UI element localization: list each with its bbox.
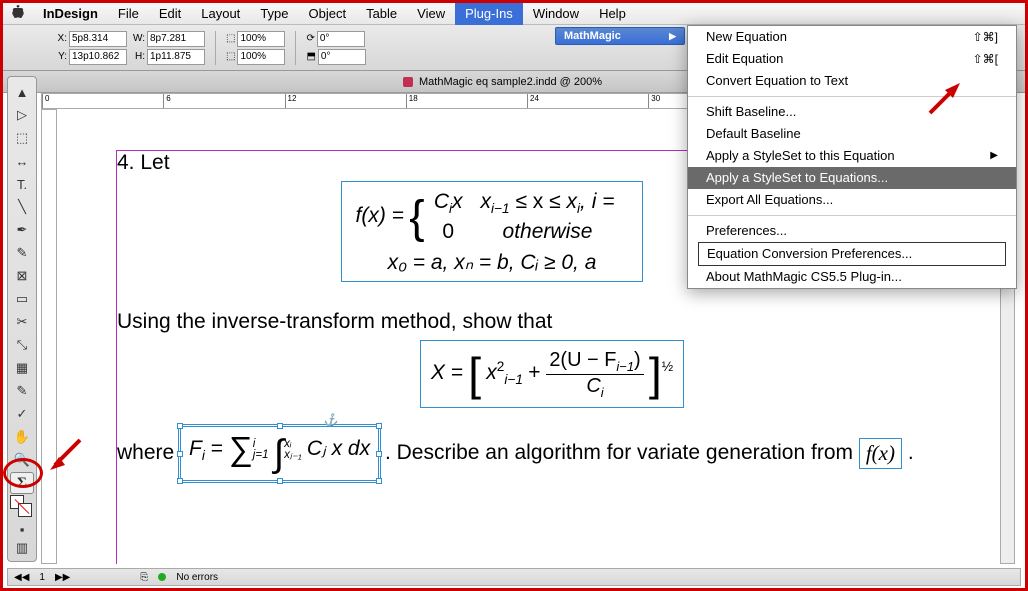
equation-3-selected[interactable]: ⚓ Fi = ∑ij=1 ∫xᵢxⱼ₋₁ Cⱼ x dx xyxy=(180,426,379,481)
annotation-arrow-menu xyxy=(925,78,965,118)
submenu-arrow-icon: ▶ xyxy=(990,147,998,165)
open-icon[interactable]: ⎘ xyxy=(140,572,148,583)
rotate-field[interactable] xyxy=(317,31,365,47)
menu-styleset-equations[interactable]: Apply a StyleSet to Equations... xyxy=(688,167,1016,189)
line-tool[interactable]: ╲ xyxy=(10,196,34,218)
menu-view[interactable]: View xyxy=(407,3,455,25)
equation-4[interactable]: f(x) xyxy=(859,438,902,469)
rotate-icon: ⟳ xyxy=(306,33,314,44)
plugins-dropdown: New Equation⇧⌘] Edit Equation⇧⌘[ Convert… xyxy=(687,25,1017,289)
error-indicator-icon xyxy=(158,573,166,581)
menu-styleset-this[interactable]: Apply a StyleSet to this Equation▶ xyxy=(688,145,1016,167)
menu-edit-equation[interactable]: Edit Equation⇧⌘[ xyxy=(688,48,1016,70)
transform-tool[interactable]: ⤡ xyxy=(10,334,34,356)
status-bar: ◀◀ 1 ▶▶ ⎘ No errors xyxy=(7,568,1021,586)
anchor-icon: ⚓ xyxy=(323,413,338,427)
shear-field[interactable] xyxy=(318,49,366,65)
scissors-tool[interactable]: ✂ xyxy=(10,311,34,333)
w-field[interactable] xyxy=(147,31,205,47)
direct-selection-tool[interactable]: ▷ xyxy=(10,104,34,126)
rectangle-frame-tool[interactable]: ⊠ xyxy=(10,265,34,287)
scale-x-field[interactable] xyxy=(237,31,285,47)
menu-separator xyxy=(688,215,1016,216)
toolbox: ▲ ▷ ⬚ ↔ T. ╲ ✒ ✎ ⊠ ▭ ✂ ⤡ ▦ ✎ ✓ ✋ 🔍 Σ ▪ ▥ xyxy=(7,76,37,562)
mathmagic-label: MathMagic xyxy=(564,30,621,42)
menu-window[interactable]: Window xyxy=(523,3,589,25)
selection-tool[interactable]: ▲ xyxy=(10,81,34,103)
pencil-tool[interactable]: ✎ xyxy=(10,242,34,264)
h-field[interactable] xyxy=(147,49,205,65)
equation-1[interactable]: f(x) = { Cix xi−1 ≤ x ≤ xi, i = 0 otherw… xyxy=(341,181,644,282)
scalex-icon: ⬚ xyxy=(226,33,235,44)
x-label: X: xyxy=(53,33,67,44)
x-field[interactable] xyxy=(69,31,127,47)
errors-label[interactable]: No errors xyxy=(176,572,218,583)
menu-shift-baseline[interactable]: Shift Baseline... xyxy=(688,101,1016,123)
text-4-let: 4. Let xyxy=(117,151,170,174)
gap-tool[interactable]: ↔ xyxy=(10,150,34,172)
menu-file[interactable]: File xyxy=(108,3,149,25)
page-number[interactable]: 1 xyxy=(39,572,45,583)
menu-convert-to-text[interactable]: Convert Equation to Text xyxy=(688,70,1016,92)
menu-type[interactable]: Type xyxy=(250,3,298,25)
menu-help[interactable]: Help xyxy=(589,3,636,25)
mac-menubar: InDesign File Edit Layout Type Object Ta… xyxy=(3,3,1025,25)
y-field[interactable] xyxy=(69,49,127,65)
menu-layout[interactable]: Layout xyxy=(191,3,250,25)
menu-plugins[interactable]: Plug-Ins xyxy=(455,3,523,25)
submenu-arrow-icon: ▶ xyxy=(669,31,676,42)
fill-stroke-swatch[interactable] xyxy=(10,495,34,519)
menu-table[interactable]: Table xyxy=(356,3,407,25)
scaley-icon: ⬚ xyxy=(226,51,235,62)
y-label: Y: xyxy=(53,51,67,62)
apple-icon[interactable] xyxy=(3,5,33,22)
menu-edit[interactable]: Edit xyxy=(149,3,191,25)
page-nav-next-icon[interactable]: ▶▶ xyxy=(55,572,70,583)
menu-separator xyxy=(688,96,1016,97)
menu-export-all[interactable]: Export All Equations... xyxy=(688,189,1016,211)
note-tool[interactable]: ✎ xyxy=(10,380,34,402)
annotation-arrow-sigma xyxy=(45,435,85,475)
vertical-ruler xyxy=(41,109,57,564)
doc-indicator-icon xyxy=(403,77,413,87)
page-nav-prev-icon[interactable]: ◀◀ xyxy=(14,572,29,583)
text-describe: . Describe an algorithm for variate gene… xyxy=(385,441,859,464)
menu-new-equation[interactable]: New Equation⇧⌘] xyxy=(688,26,1016,48)
equation-2[interactable]: X = [ x2i−1 + 2(U − Fi−1) Ci ]½ xyxy=(420,340,684,408)
h-label: H: xyxy=(131,51,145,62)
mathmagic-submenu[interactable]: MathMagic ▶ xyxy=(555,27,685,45)
shear-icon: ⬒ xyxy=(306,51,315,62)
rectangle-tool[interactable]: ▭ xyxy=(10,288,34,310)
page-tool[interactable]: ⬚ xyxy=(10,127,34,149)
menu-preferences[interactable]: Preferences... xyxy=(688,220,1016,242)
app-name: InDesign xyxy=(33,6,108,21)
apply-color[interactable]: ▪ xyxy=(10,520,34,538)
eyedropper-tool[interactable]: ✓ xyxy=(10,403,34,425)
text-inverse-transform: Using the inverse-transform method, show… xyxy=(117,310,552,333)
menu-default-baseline[interactable]: Default Baseline xyxy=(688,123,1016,145)
menu-conversion-prefs[interactable]: Equation Conversion Preferences... xyxy=(698,242,1006,266)
scale-y-field[interactable] xyxy=(237,49,285,65)
annotation-circle xyxy=(3,458,43,488)
text-where: where xyxy=(117,441,180,464)
pen-tool[interactable]: ✒ xyxy=(10,219,34,241)
hand-tool[interactable]: ✋ xyxy=(10,426,34,448)
screen-mode[interactable]: ▥ xyxy=(10,539,34,557)
gradient-tool[interactable]: ▦ xyxy=(10,357,34,379)
doc-title[interactable]: MathMagic eq sample2.indd @ 200% xyxy=(419,76,602,88)
w-label: W: xyxy=(131,33,145,44)
type-tool[interactable]: T. xyxy=(10,173,34,195)
menu-about[interactable]: About MathMagic CS5.5 Plug-in... xyxy=(688,266,1016,288)
menu-object[interactable]: Object xyxy=(299,3,357,25)
